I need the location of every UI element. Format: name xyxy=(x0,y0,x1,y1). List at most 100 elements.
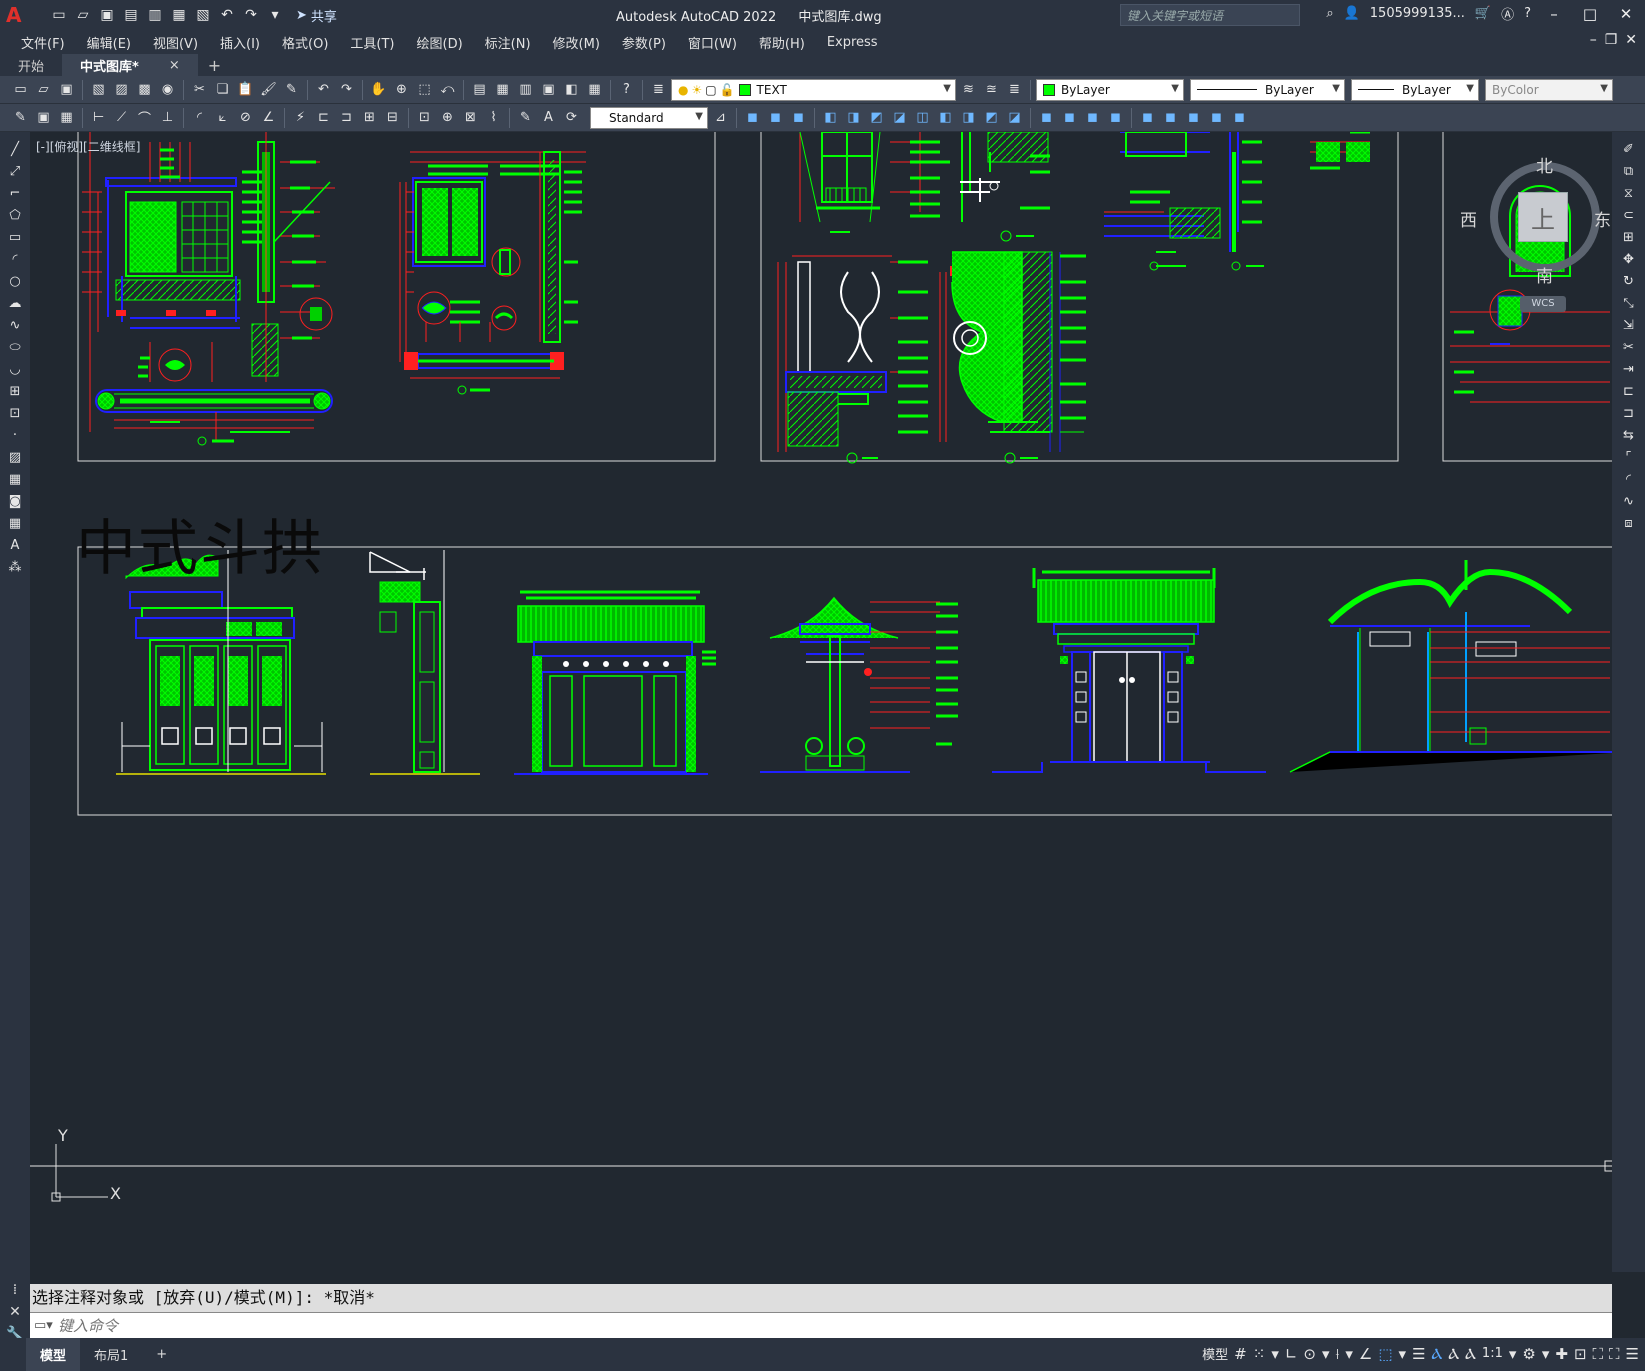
menu-modify[interactable]: 修改(M) xyxy=(542,33,611,52)
menu-draw[interactable]: 绘图(D) xyxy=(406,33,474,52)
menu-format[interactable]: 格式(O) xyxy=(271,33,339,52)
copy-icon[interactable]: ❏ xyxy=(212,79,233,100)
viewcube[interactable]: 上 北 南 东 西 WCS xyxy=(1460,142,1611,312)
tab-start[interactable]: 开始 xyxy=(0,54,62,76)
ortho-icon[interactable]: ∟ xyxy=(1285,1345,1298,1363)
lineweight-dropdown[interactable]: ByLayer ▼ xyxy=(1351,78,1479,101)
zoom-realtime-icon[interactable]: ⊕ xyxy=(391,79,412,100)
shell-icon[interactable]: ◼ xyxy=(1036,107,1057,128)
clean-screen-icon[interactable]: ⛶ xyxy=(1609,1345,1620,1363)
annotation-scale-value[interactable]: 1:1 xyxy=(1482,1346,1503,1361)
open-icon[interactable]: ▱ xyxy=(33,79,54,100)
linetype-dropdown[interactable]: ByLayer ▼ xyxy=(1190,78,1345,101)
zoom-window-icon[interactable]: ⬚ xyxy=(414,79,435,100)
polygon-icon[interactable]: ⬠ xyxy=(5,206,25,224)
sheet-set-icon[interactable]: ▣ xyxy=(538,79,559,100)
layer-states-icon[interactable]: ≣ xyxy=(1004,79,1025,100)
help-icon[interactable]: ? xyxy=(616,79,637,100)
interfere-icon[interactable]: ◼ xyxy=(1082,107,1103,128)
redo-icon[interactable]: ↷ xyxy=(336,79,357,100)
cylinder-icon[interactable]: ◼ xyxy=(765,107,786,128)
command-input[interactable] xyxy=(58,1316,1458,1335)
3d-array-icon[interactable]: ◼ xyxy=(1160,107,1181,128)
3d-scale-icon[interactable]: ◼ xyxy=(1229,107,1250,128)
ellipse-icon[interactable]: ⬭ xyxy=(5,338,25,356)
user-name[interactable]: 1505999135... xyxy=(1370,6,1465,21)
tab-layout1[interactable]: 布局1 xyxy=(80,1338,142,1371)
gradient-icon[interactable]: ▦ xyxy=(5,470,25,488)
3d-mirror-icon[interactable]: ◼ xyxy=(1183,107,1204,128)
make-current-layer-icon[interactable]: ≋ xyxy=(958,79,979,100)
undo-icon[interactable]: ↶ xyxy=(313,79,334,100)
diameter-icon[interactable]: ⊘ xyxy=(235,107,256,128)
annotate-icon[interactable]: ✎ xyxy=(10,107,31,128)
tab-model[interactable]: 模型 xyxy=(26,1338,81,1371)
pan-icon[interactable]: ✋ xyxy=(368,79,389,100)
space-icon[interactable]: ⊞ xyxy=(359,107,380,128)
block-editor-icon[interactable]: ✎ xyxy=(281,79,302,100)
cart-icon[interactable]: 🛒 xyxy=(1475,6,1491,21)
continue-icon[interactable]: ⊐ xyxy=(336,107,357,128)
join-icon[interactable]: ⇆ xyxy=(1619,426,1639,444)
close-icon[interactable]: ✕ xyxy=(9,1304,21,1320)
break-icon[interactable]: ⊐ xyxy=(1619,404,1639,422)
menu-edit[interactable]: 编辑(E) xyxy=(76,33,142,52)
menu-window[interactable]: 窗口(W) xyxy=(677,33,748,52)
plus-icon[interactable]: ✚ xyxy=(1555,1345,1568,1363)
dim-edit-icon[interactable]: ✎ xyxy=(515,107,536,128)
isolate-icon[interactable]: ⊡ xyxy=(1574,1345,1587,1363)
paste-icon[interactable]: 📋 xyxy=(235,79,256,100)
extend-icon[interactable]: ⇥ xyxy=(1619,360,1639,378)
save-as-icon[interactable]: ▤ xyxy=(120,5,142,25)
plot-icon[interactable]: ▧ xyxy=(192,5,214,25)
model-space-label[interactable]: 模型 xyxy=(1202,1344,1228,1363)
save-icon[interactable]: ▣ xyxy=(56,79,77,100)
break-at-point-icon[interactable]: ⊏ xyxy=(1619,382,1639,400)
zoom-previous-icon[interactable]: ⤺ xyxy=(437,79,458,100)
extrude-icon[interactable]: ◧ xyxy=(820,107,841,128)
menu-express[interactable]: Express xyxy=(816,35,889,50)
customization-menu-icon[interactable]: ☰ xyxy=(1626,1345,1639,1363)
match-properties-icon[interactable]: 🖌 xyxy=(258,79,279,100)
tab-add-button[interactable]: + xyxy=(198,54,231,76)
explode-icon[interactable]: ⧈ xyxy=(1619,514,1639,532)
loft-icon[interactable]: ◫ xyxy=(912,107,933,128)
slice-icon[interactable]: ◼ xyxy=(1059,107,1080,128)
rotate-icon[interactable]: ↻ xyxy=(1619,272,1639,290)
autodesk-app-icon[interactable]: Ⓐ xyxy=(1501,4,1514,23)
dim-text-edit-icon[interactable]: A xyxy=(538,107,559,128)
properties-icon[interactable]: ▤ xyxy=(469,79,490,100)
construction-line-icon[interactable]: ⤢ xyxy=(5,162,25,180)
menu-view[interactable]: 视图(V) xyxy=(142,33,209,52)
snap-icon[interactable]: ⁙ xyxy=(1253,1345,1266,1363)
autocad-logo[interactable]: A xyxy=(6,4,30,26)
drawing-canvas[interactable]: [-][俯视][二维线框] 中式斗拱 Y X 上 北 南 东 西 WCS xyxy=(30,132,1612,1272)
revcloud-icon[interactable]: ☁ xyxy=(5,294,25,312)
tolerance-icon[interactable]: ⊡ xyxy=(414,107,435,128)
compass-south[interactable]: 南 xyxy=(1536,262,1553,287)
new-icon[interactable]: ▭ xyxy=(48,5,70,25)
3d-move-icon[interactable]: ◪ xyxy=(1004,107,1025,128)
move-icon[interactable]: ✥ xyxy=(1619,250,1639,268)
plot-icon[interactable]: ▧ xyxy=(88,79,109,100)
fillet-icon[interactable]: ◜ xyxy=(1619,470,1639,488)
arc-icon[interactable]: ◜ xyxy=(5,250,25,268)
dim-style-icon[interactable]: ⊿ xyxy=(710,107,731,128)
isodraft-menu-icon[interactable]: ▾ xyxy=(1345,1345,1353,1363)
close-button[interactable]: ✕ xyxy=(1613,5,1639,23)
polyline-icon[interactable]: ⌐ xyxy=(5,184,25,202)
share-button[interactable]: ➤ 共享 xyxy=(296,6,337,25)
region-icon[interactable]: ◙ xyxy=(5,492,25,510)
open-icon[interactable]: ▱ xyxy=(72,5,94,25)
color-dropdown[interactable]: ByLayer ▼ xyxy=(1036,78,1184,101)
grip-icon[interactable]: ⁞ xyxy=(13,1282,17,1298)
make-block-icon[interactable]: ⊡ xyxy=(5,404,25,422)
doc-close-button[interactable]: ✕ xyxy=(1625,32,1637,48)
help-icon[interactable]: ? xyxy=(1524,6,1531,21)
menu-tools[interactable]: 工具(T) xyxy=(339,33,405,52)
menu-help[interactable]: 帮助(H) xyxy=(748,33,816,52)
polar-menu-icon[interactable]: ▾ xyxy=(1322,1345,1330,1363)
spline-icon[interactable]: ∿ xyxy=(5,316,25,334)
baseline-icon[interactable]: ⊏ xyxy=(313,107,334,128)
object-snap-icon[interactable]: ⬚ xyxy=(1378,1345,1392,1363)
